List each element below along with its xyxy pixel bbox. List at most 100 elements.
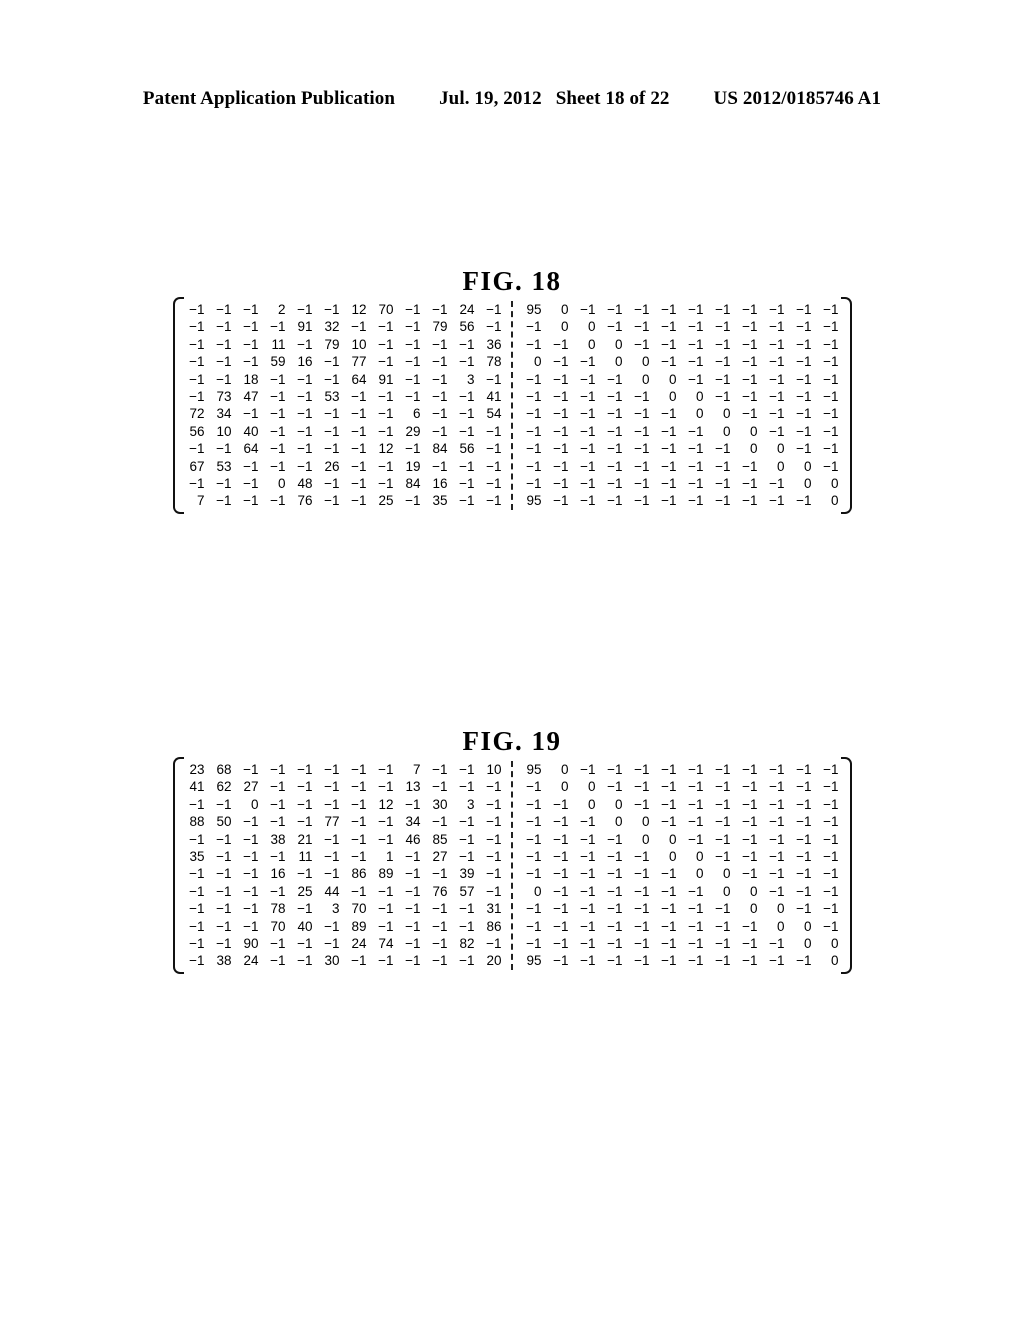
- matrix-cell: −1: [297, 371, 313, 387]
- matrix-cell: 84: [432, 441, 448, 457]
- matrix-cell: 91: [378, 371, 394, 387]
- matrix-row: 88 50 −1 −1 −1 77 −1 −1 34 −1 −1 −1: [182, 813, 506, 830]
- matrix-cell: −1: [526, 441, 542, 457]
- matrix-row: −1 −1 −1 −1 −1 −1 0 0 −1 −1 −1 −1: [519, 865, 843, 882]
- matrix-cell: −1: [823, 406, 839, 422]
- matrix-cell: −1: [715, 354, 731, 370]
- matrix-cell: −1: [661, 796, 677, 812]
- matrix-cell: 32: [324, 319, 340, 335]
- matrix-cell: −1: [432, 371, 448, 387]
- matrix-cell: 0: [830, 935, 839, 951]
- matrix-cell: −1: [796, 371, 812, 387]
- matrix-cell: −1: [486, 814, 502, 830]
- matrix-cell: −1: [607, 406, 623, 422]
- matrix-cell: −1: [742, 953, 758, 969]
- matrix-cell: −1: [324, 441, 340, 457]
- matrix-cell: −1: [324, 423, 340, 439]
- matrix-cell: −1: [405, 901, 421, 917]
- matrix-cell: −1: [661, 935, 677, 951]
- matrix-cell: −1: [715, 319, 731, 335]
- matrix-cell: 0: [668, 371, 677, 387]
- matrix-cell: −1: [297, 814, 313, 830]
- matrix-row: −1 −1 −1 −1 −1 −1 −1 0 0 −1 −1 −1: [519, 423, 843, 440]
- matrix-cell: −1: [823, 458, 839, 474]
- matrix-cell: −1: [580, 302, 596, 317]
- matrix-cell: −1: [553, 883, 569, 899]
- matrix-cell: 70: [270, 918, 286, 934]
- matrix-cell: −1: [742, 354, 758, 370]
- matrix-cell: −1: [715, 493, 731, 509]
- matrix-cell: −1: [661, 319, 677, 335]
- matrix-cell: −1: [607, 831, 623, 847]
- matrix-cell: −1: [688, 475, 704, 491]
- matrix-cell: 25: [378, 493, 394, 509]
- matrix-cell: 48: [297, 475, 313, 491]
- matrix-cell: −1: [324, 831, 340, 847]
- matrix-cell: −1: [661, 302, 677, 317]
- matrix-cell: −1: [486, 371, 502, 387]
- matrix-cell: −1: [324, 493, 340, 509]
- matrix-cell: −1: [769, 831, 785, 847]
- matrix-cell: −1: [297, 935, 313, 951]
- matrix-cell: −1: [270, 814, 286, 830]
- matrix-cell: −1: [189, 475, 205, 491]
- matrix-cell: 77: [324, 814, 340, 830]
- matrix-row: −1 −1 −1 −1 91 32 −1 −1 −1 79 56 −1: [182, 318, 506, 335]
- matrix-cell: 67: [189, 458, 205, 474]
- matrix-cell: 78: [270, 901, 286, 917]
- matrix-row: −1 −1 −1 0 48 −1 −1 −1 84 16 −1 −1: [182, 475, 506, 492]
- matrix-cell: −1: [324, 354, 340, 370]
- matrix-cell: −1: [405, 441, 421, 457]
- matrix-cell: −1: [796, 762, 812, 777]
- matrix-cell: 31: [486, 901, 502, 917]
- matrix-cell: −1: [526, 388, 542, 404]
- matrix-cell: −1: [580, 354, 596, 370]
- matrix-cell: −1: [796, 831, 812, 847]
- matrix-cell: −1: [553, 423, 569, 439]
- matrix-cell: 12: [351, 302, 367, 317]
- matrix-cell: −1: [243, 458, 259, 474]
- matrix-cell: 0: [560, 762, 569, 777]
- matrix-cell: −1: [405, 354, 421, 370]
- matrix-row: −1 −1 −1 70 40 −1 89 −1 −1 −1 −1 86: [182, 918, 506, 935]
- matrix-cell: −1: [378, 831, 394, 847]
- matrix-cell: −1: [607, 953, 623, 969]
- matrix-cell: −1: [486, 935, 502, 951]
- matrix-cell: −1: [459, 848, 475, 864]
- left-bracket-icon: [171, 757, 184, 974]
- matrix-cell: −1: [378, 336, 394, 352]
- matrix-cell: −1: [823, 388, 839, 404]
- matrix-cell: −1: [796, 354, 812, 370]
- matrix-cell: −1: [526, 423, 542, 439]
- matrix-cell: −1: [216, 354, 232, 370]
- right-bracket-icon: [840, 297, 854, 514]
- matrix-cell: −1: [661, 354, 677, 370]
- publication-label: Patent Application Publication: [142, 88, 396, 109]
- matrix-cell: −1: [580, 458, 596, 474]
- matrix-cell: 13: [405, 779, 421, 795]
- matrix-cell: 25: [297, 883, 313, 899]
- matrix-row: 23 68 −1 −1 −1 −1 −1 −1 7 −1 −1 10: [182, 761, 506, 778]
- matrix-cell: 0: [695, 866, 704, 882]
- matrix-cell: 0: [776, 441, 785, 457]
- matrix-cell: 0: [695, 848, 704, 864]
- matrix-cell: −1: [351, 848, 367, 864]
- matrix-cell: −1: [823, 831, 839, 847]
- matrix-cell: 3: [466, 371, 475, 387]
- matrix-cell: −1: [580, 901, 596, 917]
- matrix-cell: −1: [297, 388, 313, 404]
- matrix-cell: 56: [459, 441, 475, 457]
- matrix-cell: 86: [486, 918, 502, 934]
- matrix-row: −1 38 24 −1 −1 30 −1 −1 −1 −1 −1 20: [182, 952, 506, 969]
- matrix-cell: −1: [216, 935, 232, 951]
- matrix-cell: −1: [189, 935, 205, 951]
- matrix-cell: −1: [189, 336, 205, 352]
- figure-18-matrix-container: −1 −1 −1 2 −1 −1 12 70 −1 −1 24 −1 −1 −1 −1 −1 91 32 −1 −1−…: [0, 297, 1024, 514]
- matrix-cell: 38: [270, 831, 286, 847]
- matrix-row: −1 −1 −1 −1 −1 −1 −1 −1 −1 −1 0 0: [519, 475, 843, 492]
- matrix-cell: −1: [553, 388, 569, 404]
- matrix-cell: 79: [324, 336, 340, 352]
- matrix-cell: −1: [526, 779, 542, 795]
- matrix-row: −1 −1 −1 −1 −1 −1 −1 −1 −1 −1 0 0: [519, 935, 843, 952]
- matrix-cell: −1: [189, 302, 205, 317]
